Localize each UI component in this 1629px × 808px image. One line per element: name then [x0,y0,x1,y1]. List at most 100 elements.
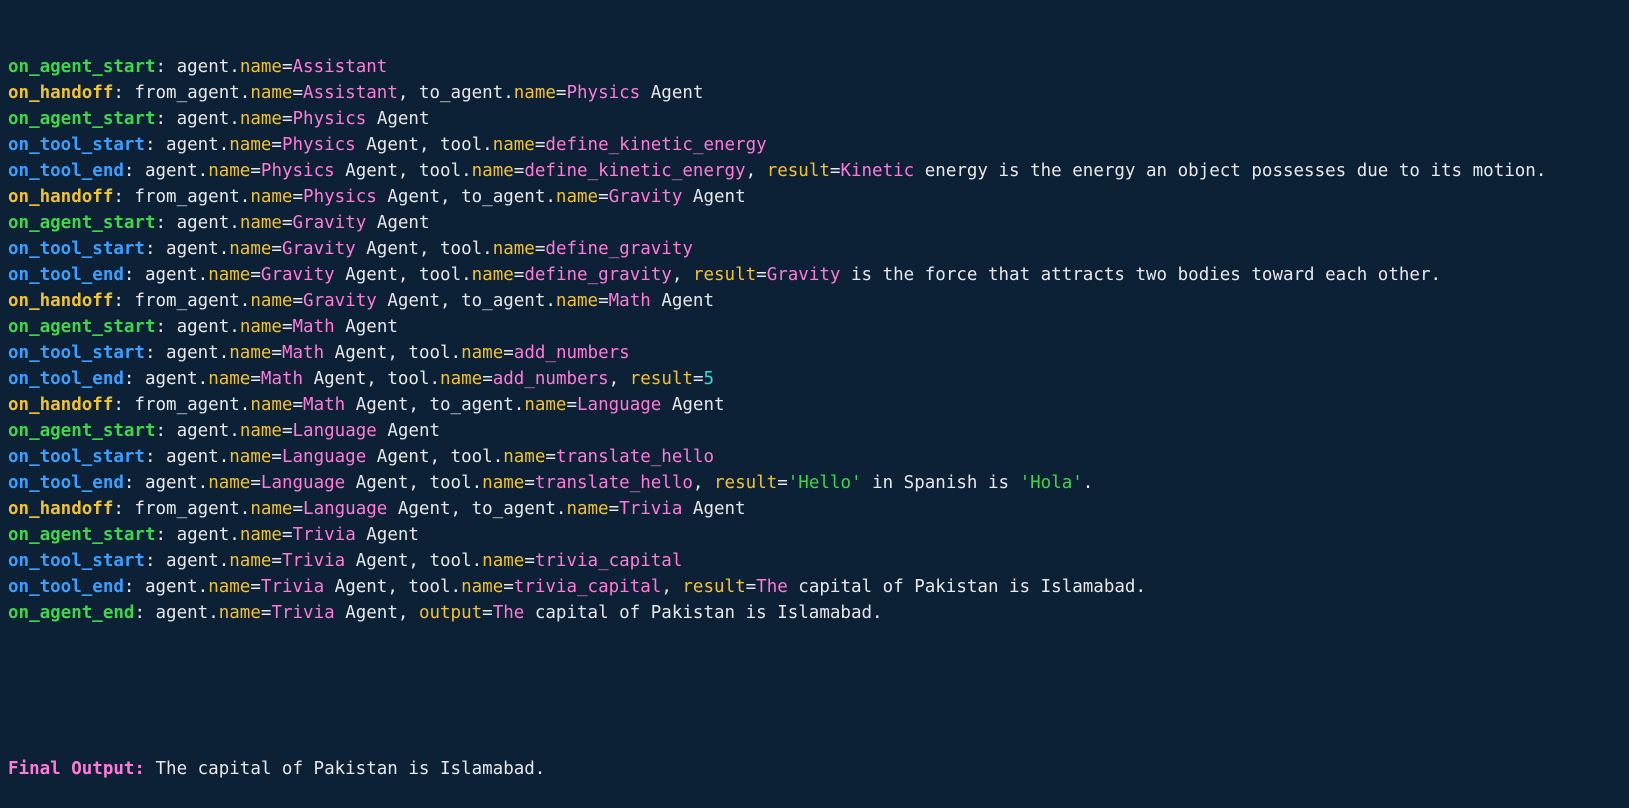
log-line: on_tool_end: agent.name=Math Agent, tool… [8,366,1621,392]
log-segment: = [271,239,282,259]
log-segment: Agent [366,213,430,233]
log-line: on_handoff: from_agent.name=Math Agent, … [8,392,1621,418]
log-segment: = [545,447,556,467]
log-segment: = [608,499,620,519]
log-segment: : from_agent. [113,83,251,103]
log-segment: Gravity [281,239,356,259]
log-segment: name [566,499,609,519]
log-line: on_tool_end: agent.name=Trivia Agent, to… [8,574,1621,600]
event-name: on_handoff [8,499,114,519]
log-segment: , [661,577,683,597]
log-segment: : agent. [144,343,230,363]
log-line: on_agent_start: agent.name=Assistant [8,54,1621,80]
log-segment: : agent. [123,161,209,181]
event-name: on_tool_start [8,447,145,467]
log-segment: = [598,291,609,311]
log-segment: : from_agent. [113,187,251,207]
log-segment: = [503,343,514,363]
log-segment: Physics [260,161,335,181]
log-segment: = [281,317,293,337]
log-segment: = [503,577,514,597]
log-segment: : agent. [144,551,230,571]
log-segment: = [281,421,293,441]
log-segment: add_numbers [513,343,630,363]
log-segment: Agent, tool. [334,161,472,181]
log-segment: Math [303,395,346,415]
log-segment: name [250,395,293,415]
terminal-output[interactable]: on_agent_start: agent.name=Assistant on_h… [0,0,1629,779]
log-segment: = [281,57,293,77]
log-segment: name [524,395,567,415]
log-segment: Assistant [292,57,388,77]
event-name: on_handoff [8,187,114,207]
log-segment: = [829,161,841,181]
log-segment: = [482,369,493,389]
log-segment: name [229,447,272,467]
log-segment: define_gravity [545,239,693,259]
log-segment: = [513,265,525,285]
log-segment: Gravity [260,265,335,285]
log-segment: = [745,577,757,597]
log-segment: name [503,447,546,467]
event-name: on_tool_start [8,135,145,155]
log-segment: name [482,473,525,493]
log-segment: name [482,551,525,571]
log-segment: = [292,395,304,415]
log-segment: = [555,83,567,103]
log-segment: : agent. [134,603,219,623]
log-segment: = [292,499,304,519]
log-segment: = [524,551,535,571]
log-segment: name [440,369,483,389]
log-segment: 5 [703,369,715,389]
log-line: on_agent_start: agent.name=Gravity Agent [8,210,1621,236]
log-segment: = [281,213,293,233]
log-segment: in Spanish is [861,473,1020,493]
log-segment: Agent [366,109,430,129]
log-segment: Math [281,343,325,363]
log-segment: Gravity [292,213,367,233]
final-output-line: Final Output: The capital of Pakistan is… [8,756,1621,782]
log-segment: Agent [355,525,419,545]
log-segment: name [461,577,504,597]
log-segment: translate_hello [534,473,693,493]
log-line: on_agent_start: agent.name=Language Agen… [8,418,1621,444]
log-segment: = [292,83,304,103]
log-segment: = [250,473,261,493]
log-segment: : agent. [144,447,230,467]
log-segment: Agent [650,291,714,311]
log-segment: name [208,369,251,389]
log-segment: = [534,135,546,155]
log-segment: = [777,473,788,493]
log-segment: , [745,161,767,181]
log-segment: Agent, tool. [345,551,483,571]
log-segment: output [418,603,483,623]
log-segment: Agent [682,499,746,519]
log-segment: : agent. [155,317,240,337]
log-segment: : agent. [123,473,209,493]
event-name: on_tool_end [8,473,124,493]
log-segment: Kinetic [840,161,915,181]
log-segment: = [281,109,293,129]
log-segment: , [692,473,714,493]
final-output-label: Final Output: [8,759,145,779]
log-segment: Trivia [619,499,683,519]
log-segment: name [229,551,272,571]
log-segment: Agent [640,83,704,103]
log-line: on_handoff: from_agent.name=Language Age… [8,496,1621,522]
log-segment: Agent, tool. [324,343,462,363]
log-segment: Agent, tool. [334,265,472,285]
log-segment: : agent. [123,265,209,285]
log-segment: Trivia [292,525,356,545]
log-segment: Agent, to_agent. [387,499,567,519]
log-segment: result [682,577,746,597]
log-segment: Agent, tool. [303,369,441,389]
log-segment: name [250,291,293,311]
event-name: on_agent_start [8,57,156,77]
log-segment: result [766,161,830,181]
log-segment: name [208,577,251,597]
log-segment: = [271,343,282,363]
log-segment: : from_agent. [113,395,251,415]
log-line: on_agent_start: agent.name=Physics Agent [8,106,1621,132]
event-name: on_agent_start [8,421,156,441]
log-segment: Agent, tool. [345,473,483,493]
